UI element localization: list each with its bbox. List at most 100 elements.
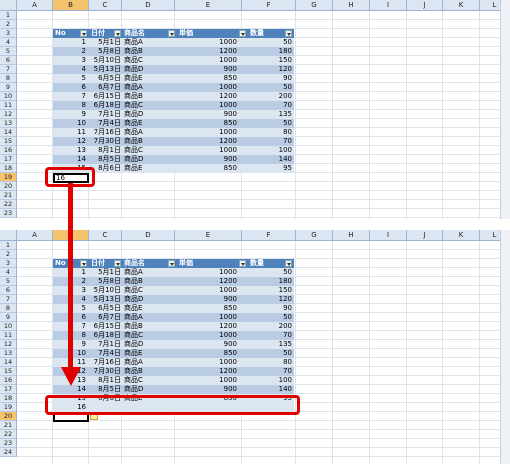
row-header-10[interactable]: 10 [0, 92, 17, 101]
row-header-16[interactable]: 16 [0, 146, 17, 155]
filter-dropdown-qty[interactable] [285, 260, 292, 267]
row-header-13[interactable]: 13 [0, 349, 17, 358]
row-header-19[interactable]: 19 [0, 173, 17, 182]
row-header-8[interactable]: 8 [0, 74, 17, 83]
column-header-j[interactable]: J [407, 0, 443, 11]
row-header-2[interactable]: 2 [0, 20, 17, 29]
column-header-k[interactable]: K [443, 0, 480, 11]
row-header-17[interactable]: 17 [0, 385, 17, 394]
row-header-8[interactable]: 8 [0, 304, 17, 313]
row-header-15[interactable]: 15 [0, 137, 17, 146]
table-row[interactable]: 11 7月16日 商品A 1000 80 [53, 128, 294, 137]
row-header-18[interactable]: 18 [0, 164, 17, 173]
row-header-6[interactable]: 6 [0, 286, 17, 295]
column-header-i[interactable]: I [370, 230, 407, 241]
row-header-7[interactable]: 7 [0, 295, 17, 304]
table-row[interactable]: 7 6月15日 商品B 1200 200 [53, 322, 294, 331]
row-header-11[interactable]: 11 [0, 331, 17, 340]
row-header-18[interactable]: 18 [0, 394, 17, 403]
row-header-4[interactable]: 4 [0, 268, 17, 277]
row-header-3[interactable]: 3 [0, 29, 17, 38]
table-row[interactable]: 5 6月5日 商品E 850 90 [53, 74, 294, 83]
row-header-9[interactable]: 9 [0, 83, 17, 92]
row-header-2[interactable]: 2 [0, 250, 17, 259]
row-header-15[interactable]: 15 [0, 367, 17, 376]
row-header-1[interactable]: 1 [0, 11, 17, 20]
table-row[interactable]: 13 8月1日 商品C 1000 100 [53, 376, 294, 385]
row-header-10[interactable]: 10 [0, 322, 17, 331]
column-header-g[interactable]: G [296, 0, 333, 11]
table-row[interactable]: 6 6月7日 商品A 1000 50 [53, 83, 294, 92]
vertical-scrollbar[interactable] [500, 230, 510, 464]
column-header-c[interactable]: C [89, 0, 122, 11]
filter-dropdown-product[interactable] [168, 260, 175, 267]
row-header-23[interactable]: 23 [0, 439, 17, 448]
column-header-b[interactable]: B [53, 0, 89, 11]
column-header-e[interactable]: E [175, 230, 242, 241]
row-header-9[interactable]: 9 [0, 313, 17, 322]
row-header-5[interactable]: 5 [0, 277, 17, 286]
row-header-23[interactable]: 23 [0, 209, 17, 218]
table-row[interactable]: 4 5月13日 商品D 900 120 [53, 65, 294, 74]
table-row[interactable]: 6 6月7日 商品A 1000 50 [53, 313, 294, 322]
table-row[interactable]: 9 7月1日 商品D 900 135 [53, 340, 294, 349]
row-header-20[interactable]: 20 [0, 412, 17, 421]
row-header-22[interactable]: 22 [0, 200, 17, 209]
row-header-7[interactable]: 7 [0, 65, 17, 74]
table-row[interactable]: 11 7月16日 商品A 1000 80 [53, 358, 294, 367]
table-row[interactable]: 1 5月1日 商品A 1000 50 [53, 38, 294, 47]
row-header-16[interactable]: 16 [0, 376, 17, 385]
row-header-21[interactable]: 21 [0, 421, 17, 430]
table-row[interactable]: 2 5月8日 商品B 1200 180 [53, 47, 294, 56]
vertical-scrollbar[interactable] [500, 0, 510, 219]
row-header-14[interactable]: 14 [0, 358, 17, 367]
table-row[interactable]: 12 7月30日 商品B 1200 70 [53, 367, 294, 376]
column-header-h[interactable]: H [333, 0, 370, 11]
filter-dropdown-product[interactable] [168, 30, 175, 37]
table-row[interactable]: 14 8月5日 商品D 900 140 [53, 155, 294, 164]
table-row[interactable]: 13 8月1日 商品C 1000 100 [53, 146, 294, 155]
table-row[interactable]: 10 7月4日 商品E 850 50 [53, 119, 294, 128]
column-header-a[interactable]: A [17, 0, 53, 11]
table-row[interactable]: 10 7月4日 商品E 850 50 [53, 349, 294, 358]
row-header-24[interactable]: 24 [0, 448, 17, 457]
row-header-1[interactable]: 1 [0, 241, 17, 250]
select-all-corner[interactable] [0, 0, 17, 11]
column-header-a[interactable]: A [17, 230, 53, 241]
row-header-19[interactable]: 19 [0, 403, 17, 412]
table-row[interactable]: 8 6月18日 商品C 1000 70 [53, 331, 294, 340]
row-header-22[interactable]: 22 [0, 430, 17, 439]
row-header-17[interactable]: 17 [0, 155, 17, 164]
filter-dropdown-date[interactable] [114, 260, 121, 267]
row-header-13[interactable]: 13 [0, 119, 17, 128]
row-header-21[interactable]: 21 [0, 191, 17, 200]
table-row[interactable]: 1 5月1日 商品A 1000 50 [53, 268, 294, 277]
row-header-3[interactable]: 3 [0, 259, 17, 268]
table-row[interactable]: 8 6月18日 商品C 1000 70 [53, 101, 294, 110]
row-header-5[interactable]: 5 [0, 47, 17, 56]
column-header-h[interactable]: H [333, 230, 370, 241]
table-row[interactable]: 2 5月8日 商品B 1200 180 [53, 277, 294, 286]
table-row[interactable]: 12 7月30日 商品B 1200 70 [53, 137, 294, 146]
row-header-12[interactable]: 12 [0, 340, 17, 349]
row-header-12[interactable]: 12 [0, 110, 17, 119]
filter-dropdown-price[interactable] [239, 260, 246, 267]
filter-dropdown-no[interactable] [80, 30, 87, 37]
select-all-corner[interactable] [0, 230, 17, 241]
column-header-g[interactable]: G [296, 230, 333, 241]
table-row[interactable]: 5 6月5日 商品E 850 90 [53, 304, 294, 313]
column-header-d[interactable]: D [122, 0, 175, 11]
table-row[interactable]: 9 7月1日 商品D 900 135 [53, 110, 294, 119]
row-header-14[interactable]: 14 [0, 128, 17, 137]
column-header-d[interactable]: D [122, 230, 175, 241]
row-header-20[interactable]: 20 [0, 182, 17, 191]
table-row[interactable]: 14 8月5日 商品D 900 140 [53, 385, 294, 394]
column-header-f[interactable]: F [242, 0, 296, 11]
column-header-c[interactable]: C [89, 230, 122, 241]
column-header-i[interactable]: I [370, 0, 407, 11]
column-header-f[interactable]: F [242, 230, 296, 241]
column-header-e[interactable]: E [175, 0, 242, 11]
filter-dropdown-price[interactable] [239, 30, 246, 37]
row-header-6[interactable]: 6 [0, 56, 17, 65]
table-row[interactable]: 4 5月13日 商品D 900 120 [53, 295, 294, 304]
